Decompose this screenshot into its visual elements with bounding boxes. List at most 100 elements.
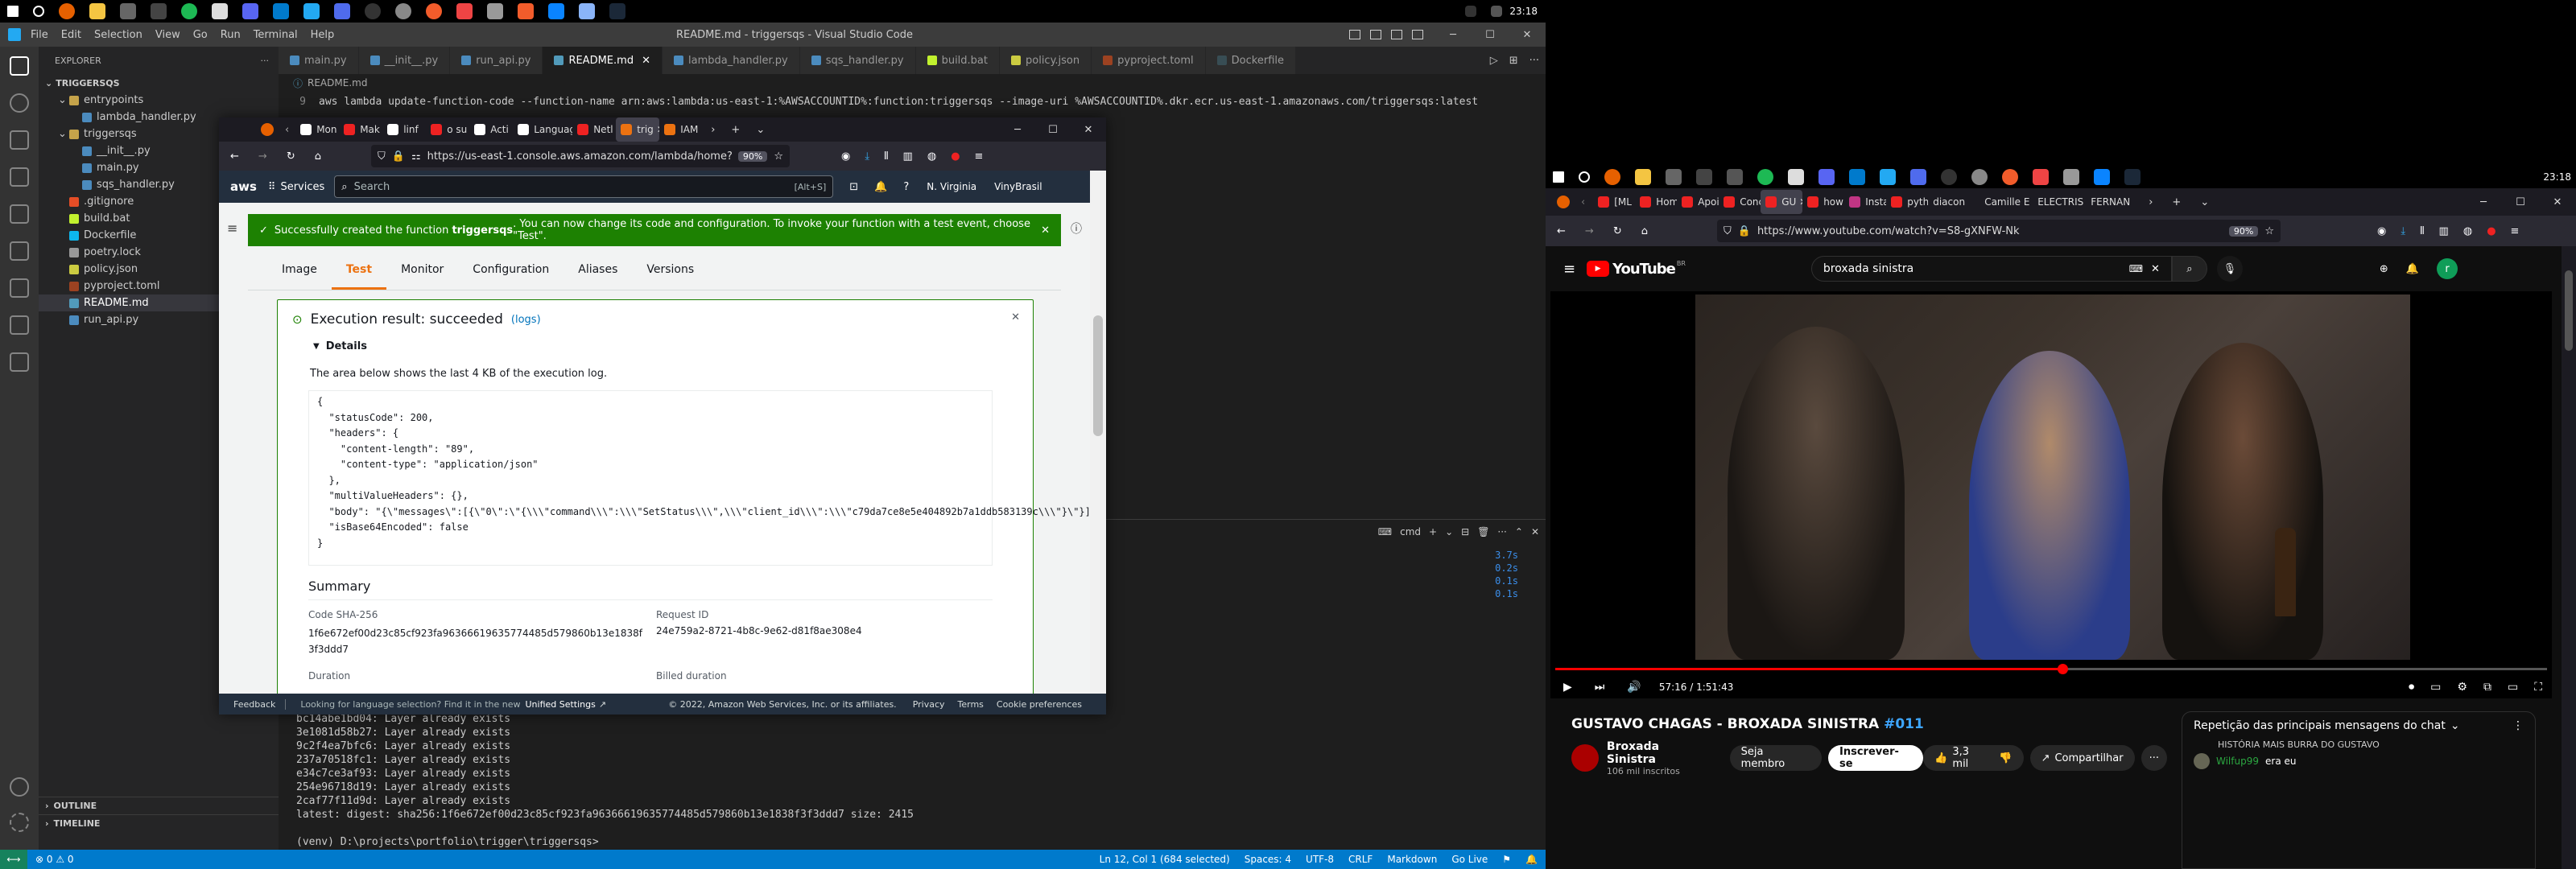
back-icon[interactable]: ← <box>230 150 239 163</box>
calculator-icon[interactable] <box>1666 169 1682 185</box>
search-icon[interactable] <box>1579 171 1590 183</box>
explorer-icon[interactable] <box>10 56 29 76</box>
layout-toggle-icon-2[interactable] <box>1370 30 1381 39</box>
settings-gear-icon[interactable]: ⚙ <box>2457 681 2467 694</box>
scrollbar-thumb[interactable] <box>1093 315 1103 436</box>
miniplayer-icon[interactable]: ⧉ <box>2483 681 2491 694</box>
more-actions-icon[interactable]: ··· <box>1530 55 1539 67</box>
browser-tab[interactable]: Camille E <box>1979 190 2033 214</box>
editor-tab[interactable]: __init__.py <box>358 47 451 74</box>
editor-tab[interactable]: pyproject.toml <box>1092 47 1206 74</box>
minimize-icon[interactable]: ─ <box>1000 124 1035 136</box>
search-icon[interactable] <box>10 93 29 113</box>
lock-icon[interactable]: 🔒 <box>392 150 405 163</box>
browser-tab[interactable]: pyth <box>1886 190 1928 214</box>
search-icon[interactable] <box>33 6 44 17</box>
close-panel-icon[interactable]: ✕ <box>1531 526 1539 537</box>
browser-tab[interactable]: how i <box>1802 190 1844 214</box>
editor-tab[interactable]: Dockerfile <box>1205 47 1296 74</box>
reload-icon[interactable]: ↻ <box>287 150 295 163</box>
progress-scrubber[interactable] <box>2057 664 2068 674</box>
permissions-icon[interactable]: ⚏ <box>411 150 421 163</box>
browser-tab[interactable]: Insta <box>1844 190 1886 214</box>
breadcrumb-file[interactable]: README.md <box>308 77 367 89</box>
spotify-icon[interactable] <box>1757 169 1773 185</box>
subscribe-button[interactable]: Inscrever-se <box>1828 745 1924 771</box>
close-icon[interactable]: ✕ <box>2539 196 2576 208</box>
editor-line[interactable]: 9 aws lambda update-function-code --func… <box>279 93 1478 109</box>
menu-run[interactable]: Run <box>221 29 241 41</box>
chat-more-icon[interactable]: ⋮ <box>2512 719 2524 732</box>
library-icon[interactable]: ⫴ <box>2420 225 2424 237</box>
extension-icon[interactable]: ● <box>2487 225 2496 237</box>
pocket-icon[interactable]: ◉ <box>2377 225 2386 237</box>
browser-tab[interactable]: Acti <box>469 117 513 142</box>
eol[interactable]: CRLF <box>1348 854 1373 865</box>
downloads-icon[interactable]: ⤓ <box>865 150 869 163</box>
minimize-icon[interactable]: ─ <box>2465 196 2502 208</box>
menu-file[interactable]: File <box>31 29 48 41</box>
video-player[interactable]: ▶ ⏭ 🔊 57:16 / 1:51:43 ⏺ ▭ ⚙ ⧉ ▭ ⛶ <box>1550 291 2552 698</box>
flash-close-icon[interactable]: ✕ <box>1041 224 1050 237</box>
list-tabs-icon[interactable]: ⌄ <box>2200 196 2209 208</box>
maximize-icon[interactable]: ☐ <box>1472 29 1509 41</box>
run-icon[interactable]: ▷ <box>1490 55 1498 67</box>
github-icon[interactable] <box>365 3 381 19</box>
channel-name[interactable]: Broxada Sinistra <box>1607 740 1712 766</box>
browser-tab[interactable]: FERNAN <box>2086 190 2139 214</box>
tab-scroll-left-icon[interactable]: ‹ <box>285 124 289 136</box>
vscode-icon-2[interactable] <box>1880 169 1896 185</box>
aws-logo[interactable]: aws <box>230 179 257 194</box>
browser-tab[interactable]: Hom <box>1635 190 1677 214</box>
library-icon[interactable]: ⫴ <box>884 150 888 163</box>
tab-scroll-right-icon[interactable]: › <box>711 124 715 136</box>
database-icon[interactable] <box>10 352 29 372</box>
browser-tab[interactable]: Apoi <box>1677 190 1719 214</box>
lock-icon[interactable]: 🔒 <box>1738 225 1751 237</box>
firefox-icon[interactable] <box>59 3 75 19</box>
menu-go[interactable]: Go <box>193 29 208 41</box>
file-explorer-icon[interactable] <box>89 3 105 19</box>
browser-tab[interactable]: o su <box>426 117 469 142</box>
outline-section[interactable]: › OUTLINE <box>39 797 279 814</box>
theater-icon[interactable]: ▭ <box>2508 681 2518 694</box>
clear-search-icon[interactable]: ✕ <box>2151 263 2160 275</box>
menu-terminal[interactable]: Terminal <box>254 29 298 41</box>
layout-toggle-icon-3[interactable] <box>1391 30 1402 39</box>
yt-page-scrollbar[interactable] <box>2562 246 2576 869</box>
bookmark-star-icon[interactable]: ☆ <box>2264 225 2274 237</box>
testing-icon[interactable] <box>10 278 29 298</box>
reload-icon[interactable]: ↻ <box>1613 225 1622 237</box>
docker-icon[interactable] <box>10 315 29 335</box>
browser-tab[interactable]: GU✕ <box>1761 190 1803 214</box>
more-actions-icon[interactable]: ··· <box>1497 526 1506 537</box>
feedback-icon[interactable]: ⚑ <box>1502 854 1511 865</box>
close-icon[interactable]: ✕ <box>1509 29 1546 41</box>
new-tab-icon[interactable]: + <box>2172 196 2181 208</box>
downloads-icon[interactable]: ⤓ <box>2401 225 2405 237</box>
function-tab[interactable]: Versions <box>632 251 708 290</box>
app-icon-5[interactable] <box>2094 169 2110 185</box>
services-menu[interactable]: Services <box>280 181 324 193</box>
split-editor-icon[interactable]: ⊞ <box>1509 55 1518 67</box>
app-icon-2[interactable] <box>2002 169 2018 185</box>
vscode-icon-2[interactable] <box>303 3 320 19</box>
new-tab-icon[interactable]: + <box>731 124 740 136</box>
zoom-badge[interactable]: 90% <box>737 150 768 162</box>
app-icon-6[interactable] <box>579 3 595 19</box>
app-icon[interactable] <box>426 3 442 19</box>
split-terminal-icon[interactable]: ⊟ <box>1461 526 1469 537</box>
browser-tab[interactable]: diacon <box>1928 190 1979 214</box>
minimize-icon[interactable]: ─ <box>1435 29 1472 41</box>
chat-user[interactable]: Wilfup99 <box>2216 756 2259 767</box>
like-button[interactable]: 👍 3,3 mil 👎 <box>1923 745 2024 771</box>
unified-settings-link[interactable]: Unified Settings <box>525 699 595 710</box>
app-icon[interactable] <box>1727 169 1743 185</box>
browser-tab[interactable]: Mak <box>339 117 382 142</box>
result-close-icon[interactable]: ✕ <box>1011 311 1020 323</box>
page-scrollbar[interactable] <box>1090 171 1106 694</box>
browser-tab[interactable]: [ML S <box>1593 190 1635 214</box>
layout-toggle-icon-4[interactable] <box>1412 30 1423 39</box>
yt-search-box[interactable]: broxada sinistra ⌨ ✕ <box>1810 256 2172 282</box>
scrollbar-thumb[interactable] <box>2565 270 2573 351</box>
